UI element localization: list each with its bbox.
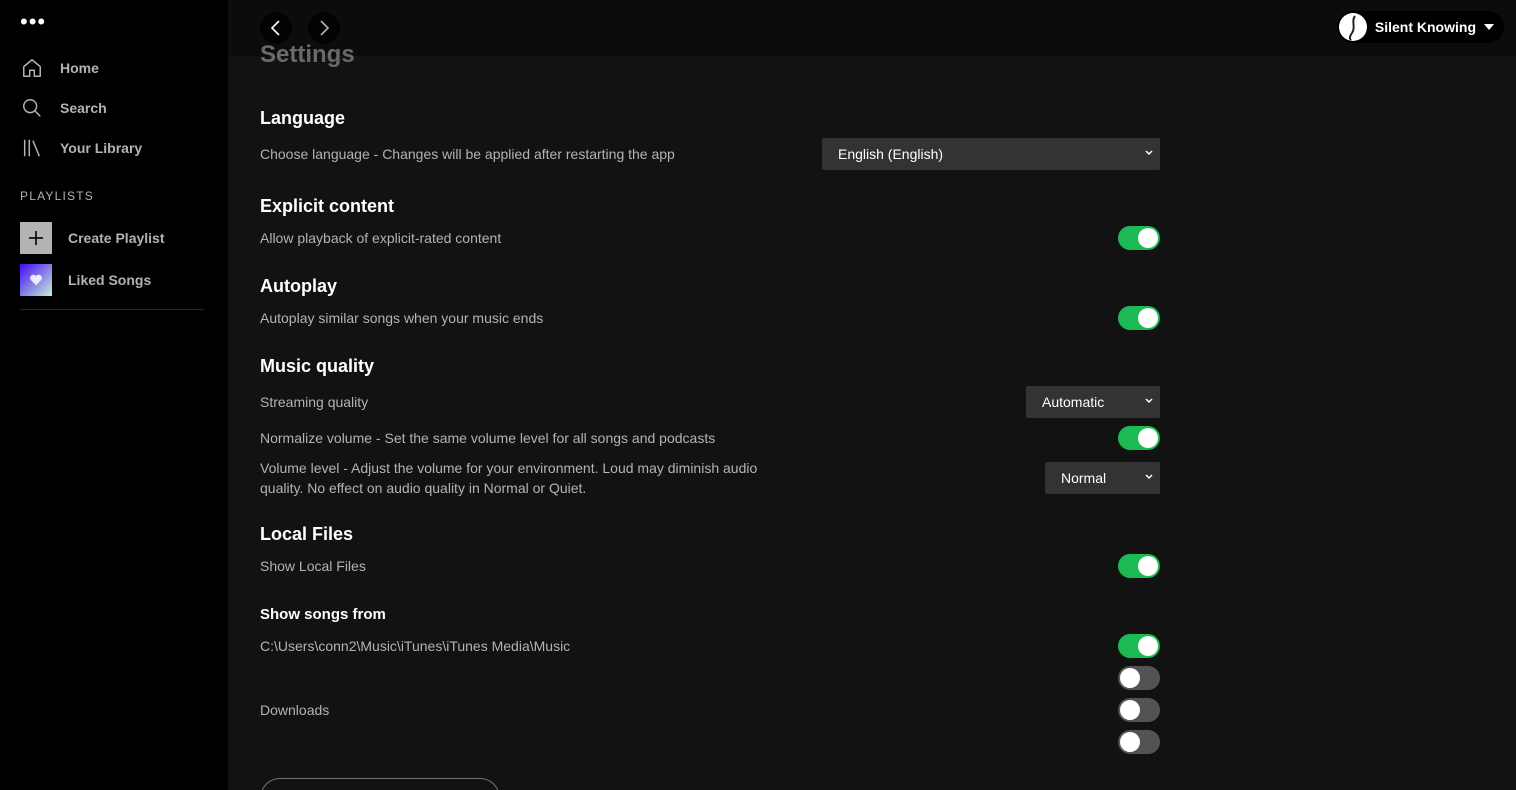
volume-level-label-line1: Volume level - Adjust the volume for you… xyxy=(260,460,758,476)
caret-down-icon xyxy=(1484,24,1494,30)
source-downloads-label: Downloads xyxy=(260,702,330,718)
music-quality-heading: Music quality xyxy=(260,356,375,376)
volume-level-value: Normal xyxy=(1061,470,1107,486)
local-files-heading: Local Files xyxy=(260,524,354,544)
chevron-down-icon xyxy=(1145,474,1153,480)
user-name: Silent Knowing xyxy=(1374,19,1476,35)
language-select-value: English (English) xyxy=(838,146,944,162)
source-itunes-toggle[interactable] xyxy=(1118,634,1160,658)
autoplay-heading: Autoplay xyxy=(260,276,338,296)
normalize-volume-label: Normalize volume - Set the same volume l… xyxy=(260,430,716,446)
explicit-heading: Explicit content xyxy=(260,196,395,216)
plus-icon xyxy=(20,222,52,254)
playlists-heading: PLAYLISTS xyxy=(20,189,94,203)
chevron-down-icon xyxy=(1145,398,1153,404)
chevron-down-icon xyxy=(1145,150,1153,156)
chevron-left-icon xyxy=(270,20,280,36)
home-icon xyxy=(20,56,44,80)
volume-level-select[interactable]: Normal xyxy=(1045,462,1160,494)
top-bar: Silent Knowing xyxy=(228,0,1516,56)
create-playlist-label: Create Playlist xyxy=(68,230,165,246)
heart-icon xyxy=(20,264,52,296)
library-icon xyxy=(20,136,44,160)
show-songs-from-heading: Show songs from xyxy=(260,606,386,623)
streaming-quality-select[interactable]: Automatic xyxy=(1026,386,1160,418)
toggle-knob xyxy=(1120,668,1140,688)
back-button[interactable] xyxy=(260,12,292,44)
language-label: Choose language - Changes will be applie… xyxy=(260,146,675,162)
toggle-knob xyxy=(1138,556,1158,576)
toggle-knob xyxy=(1138,636,1158,656)
toggle-knob xyxy=(1138,428,1158,448)
nav-search-label: Search xyxy=(60,100,107,116)
nav-home-label: Home xyxy=(60,60,99,76)
source-downloads-toggle[interactable] xyxy=(1118,698,1160,722)
main-nav: Home Search Your Library xyxy=(20,48,210,168)
sidebar-divider xyxy=(20,309,204,310)
language-select[interactable]: English (English) xyxy=(822,138,1160,170)
toggle-knob xyxy=(1138,308,1158,328)
liked-songs-label: Liked Songs xyxy=(68,272,152,288)
create-playlist-button[interactable]: Create Playlist xyxy=(20,222,165,254)
nav-item-search[interactable]: Search xyxy=(20,88,210,128)
show-local-files-toggle[interactable] xyxy=(1118,554,1160,578)
page-title: Settings xyxy=(260,41,355,68)
add-source-button[interactable] xyxy=(260,778,500,790)
toggle-knob xyxy=(1138,228,1158,248)
nav-item-home[interactable]: Home xyxy=(20,48,210,88)
search-icon xyxy=(20,96,44,120)
show-local-files-label: Show Local Files xyxy=(260,558,366,574)
autoplay-toggle[interactable] xyxy=(1118,306,1160,330)
source-4-toggle[interactable] xyxy=(1118,730,1160,754)
chevron-right-icon xyxy=(320,20,330,36)
normalize-volume-toggle[interactable] xyxy=(1118,426,1160,450)
sidebar: ••• Home Search Your Library PLAYLISTS C… xyxy=(0,0,228,790)
toggle-knob xyxy=(1120,700,1140,720)
user-menu-button[interactable]: Silent Knowing xyxy=(1336,11,1504,43)
source-2-toggle[interactable] xyxy=(1118,666,1160,690)
nav-library-label: Your Library xyxy=(60,140,143,156)
language-heading: Language xyxy=(260,108,346,128)
autoplay-label: Autoplay similar songs when your music e… xyxy=(260,310,544,326)
more-menu-icon[interactable]: ••• xyxy=(20,11,46,33)
settings-page: Settings Language Choose language - Chan… xyxy=(228,41,1516,790)
liked-songs-link[interactable]: Liked Songs xyxy=(20,264,151,296)
avatar xyxy=(1338,13,1367,41)
forward-button[interactable] xyxy=(308,12,340,44)
toggle-knob xyxy=(1120,732,1140,752)
explicit-toggle[interactable] xyxy=(1118,226,1160,250)
streaming-quality-value: Automatic xyxy=(1042,394,1105,410)
nav-item-library[interactable]: Your Library xyxy=(20,128,210,168)
explicit-label: Allow playback of explicit-rated content xyxy=(260,230,502,246)
streaming-quality-label: Streaming quality xyxy=(260,394,369,410)
volume-level-label-line2: quality. No effect on audio quality in N… xyxy=(260,480,587,496)
source-itunes-label: C:\Users\conn2\Music\iTunes\iTunes Media… xyxy=(260,638,571,654)
